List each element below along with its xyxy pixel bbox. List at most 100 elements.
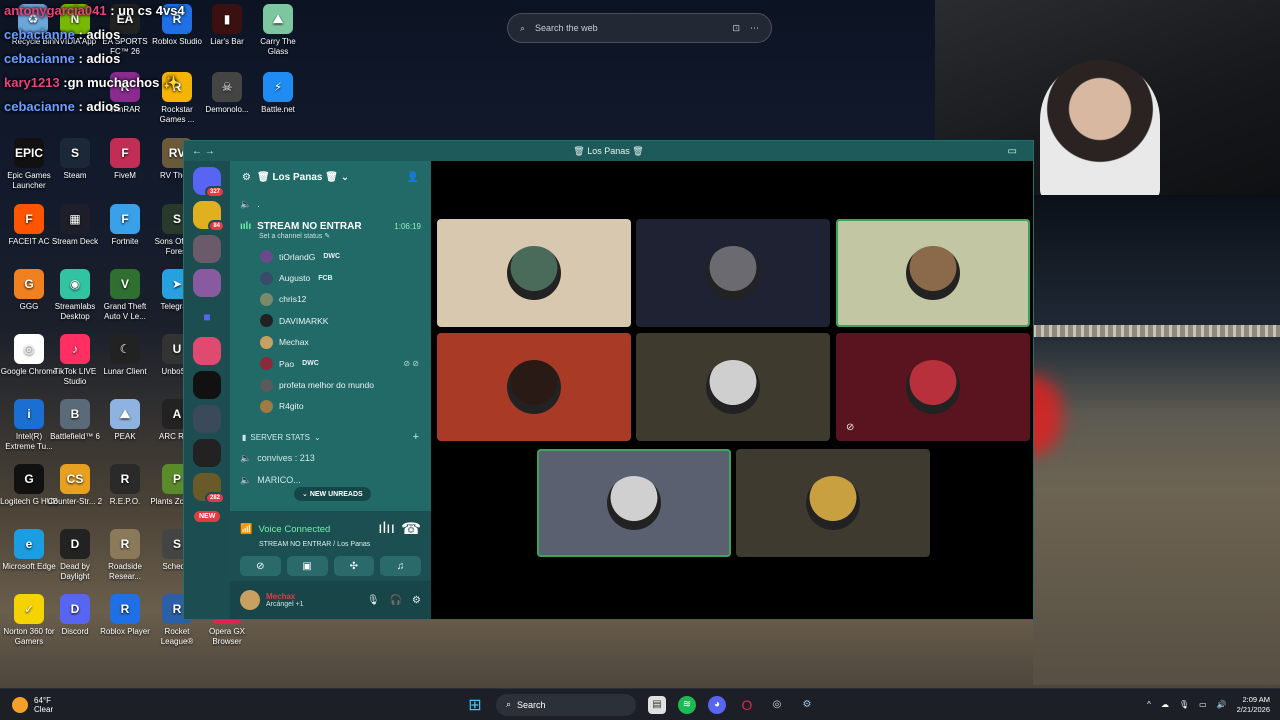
- server-icon[interactable]: [193, 235, 221, 263]
- voice-activity-icon: ıılı: [240, 220, 252, 232]
- desktop-icon[interactable]: R Roadside Resear...: [96, 529, 154, 582]
- clock[interactable]: 2:09 AM 2/21/2026: [1237, 695, 1270, 715]
- server-icon[interactable]: [193, 439, 221, 467]
- server-icon[interactable]: [193, 337, 221, 365]
- discord-taskbar-icon[interactable]: ◕: [708, 695, 726, 714]
- start-button[interactable]: ⊞: [466, 696, 484, 714]
- voice-member[interactable]: Pao DWC ⊘ ⊘: [230, 353, 431, 374]
- new-unreads-button[interactable]: ⌄ NEW UNREADS: [294, 487, 371, 501]
- stat-channel[interactable]: 🔈 convives : 213: [230, 447, 431, 469]
- speaker-icon: 🔈: [240, 474, 252, 485]
- volume-icon[interactable]: 🔊: [1217, 700, 1227, 709]
- desktop-icon[interactable]: ⛰ Carry The Glass: [249, 4, 307, 57]
- voice-member[interactable]: chris12: [230, 289, 431, 310]
- voice-member[interactable]: profeta melhor do mundo: [230, 374, 431, 395]
- noise-icon[interactable]: ılıı: [378, 520, 395, 538]
- desktop-icon[interactable]: V Grand Theft Auto V Le...: [96, 269, 154, 322]
- server-icon[interactable]: 282: [193, 473, 225, 504]
- server-icon[interactable]: 84: [193, 201, 225, 232]
- desktop-icon[interactable]: ▮ Liar's Bar: [198, 4, 256, 47]
- app-icon: ⛰: [263, 4, 293, 34]
- participant-tile[interactable]: [636, 219, 830, 327]
- soundboard-button[interactable]: ♫: [380, 556, 421, 576]
- screen-share-button[interactable]: ▣: [286, 556, 328, 576]
- participant-tile[interactable]: [836, 219, 1030, 327]
- gear-icon[interactable]: ⚙: [412, 595, 421, 606]
- microphone-icon[interactable]: 🎙: [367, 595, 380, 606]
- network-icon[interactable]: ▭: [1199, 700, 1207, 709]
- inbox-icon[interactable]: ▭: [1008, 146, 1017, 157]
- participant-tile[interactable]: [437, 219, 631, 327]
- cloud-icon[interactable]: ☁: [1161, 700, 1169, 709]
- user-status: Arcángel +1: [266, 601, 304, 608]
- desktop-icon[interactable]: ⚡ Battle.net: [249, 72, 307, 115]
- member-tag: DWC: [302, 360, 319, 368]
- user-name: Mechax: [266, 592, 296, 601]
- back-forward-icon[interactable]: ← →: [192, 146, 215, 157]
- server-name: 🗑 Los Panas 🗑 ⌄: [256, 171, 350, 183]
- opera-icon[interactable]: O: [738, 696, 756, 714]
- headphones-icon[interactable]: 🎧: [390, 595, 402, 606]
- voice-member[interactable]: Augusto FCB: [230, 267, 431, 288]
- participant-tile[interactable]: ⊘: [836, 333, 1030, 441]
- desktop-icon[interactable]: F Fortnite: [96, 204, 154, 247]
- participant-tile[interactable]: [736, 449, 930, 557]
- server-icon[interactable]: [193, 405, 221, 433]
- desktop-icon[interactable]: R Roblox Player: [96, 594, 154, 637]
- app-icon: S: [60, 138, 90, 168]
- desktop-icon-label: Roadside Resear...: [108, 562, 142, 581]
- more-options-icon[interactable]: ⋯: [750, 23, 759, 34]
- app-icon: ◎: [14, 334, 44, 364]
- member-name: DAVIMARKK: [279, 315, 329, 326]
- signal-icon: 📶: [240, 523, 253, 535]
- weather-widget[interactable]: 64°F Clear: [12, 696, 53, 714]
- clock-date: 2/21/2026: [1236, 704, 1270, 714]
- server-icon[interactable]: [193, 269, 221, 297]
- desktop-icon[interactable]: F FiveM: [96, 138, 154, 181]
- folder-icon[interactable]: ■: [193, 303, 221, 331]
- participant-tile[interactable]: [537, 449, 731, 557]
- spotify-icon[interactable]: ≋: [678, 695, 696, 714]
- voice-member[interactable]: DAVIMARKK: [230, 310, 431, 331]
- add-channel-icon[interactable]: +: [413, 431, 419, 443]
- camera-search-icon[interactable]: ⊡: [732, 23, 740, 34]
- taskbar-search[interactable]: ⌕ Search: [496, 693, 636, 716]
- disconnect-icon[interactable]: ☎: [401, 519, 421, 539]
- avatar: [507, 246, 561, 300]
- chevron-up-icon[interactable]: ^: [1147, 700, 1151, 709]
- participant-tile[interactable]: [636, 333, 830, 441]
- activities-button[interactable]: ✣: [333, 556, 375, 576]
- voice-location[interactable]: STREAM NO ENTRAR / Los Panas: [259, 541, 421, 548]
- desktop-icon-label: FiveM: [114, 171, 136, 180]
- voice-member[interactable]: R4gito: [230, 396, 431, 417]
- voice-channel[interactable]: 🔈 .: [230, 193, 431, 215]
- desktop-icon[interactable]: ⛰ PEAK: [96, 399, 154, 442]
- scene-railing: [1033, 325, 1280, 337]
- file-explorer-icon[interactable]: ▤: [648, 695, 666, 714]
- camera-off-button[interactable]: ⊘: [240, 556, 281, 576]
- mic-icon[interactable]: 🎙: [1179, 700, 1189, 709]
- add-member-icon[interactable]: 👤: [407, 172, 419, 183]
- desktop-icon[interactable]: R R.E.P.O.: [96, 464, 154, 507]
- desktop-icon[interactable]: ☠ Demonolo...: [198, 72, 256, 115]
- desktop-icon-label: Carry The Glass: [260, 37, 296, 56]
- voice-member[interactable]: tiOrlandG DWC: [230, 246, 431, 267]
- voice-member[interactable]: Mechax: [230, 332, 431, 353]
- desktop-icon-label: Battle.net: [261, 105, 295, 114]
- avatar[interactable]: [240, 590, 260, 610]
- search-icon: ⌕: [506, 699, 512, 709]
- obs-icon[interactable]: ◎: [768, 696, 786, 714]
- app-icon: ▦: [60, 204, 90, 234]
- desktop-icon[interactable]: ☾ Lunar Client: [96, 334, 154, 377]
- steam-taskbar-icon[interactable]: ⚙: [798, 696, 816, 714]
- search-icon: ⌕: [520, 22, 526, 33]
- participant-tile[interactable]: [437, 333, 631, 441]
- channel-status[interactable]: Set a channel status ✎: [230, 232, 431, 242]
- web-search-bar[interactable]: ⌕ Search the web ⊡ ⋯: [507, 13, 772, 43]
- category-server-stats[interactable]: ▮ SERVER STATS ⌄ +: [230, 427, 431, 447]
- server-header[interactable]: ⚙ 🗑 Los Panas 🗑 ⌄ 👤: [230, 161, 431, 193]
- app-icon: D: [60, 529, 90, 559]
- dm-home-button[interactable]: 327: [193, 167, 225, 198]
- voice-connected-label: Voice Connected: [258, 523, 331, 535]
- server-icon[interactable]: [193, 371, 221, 399]
